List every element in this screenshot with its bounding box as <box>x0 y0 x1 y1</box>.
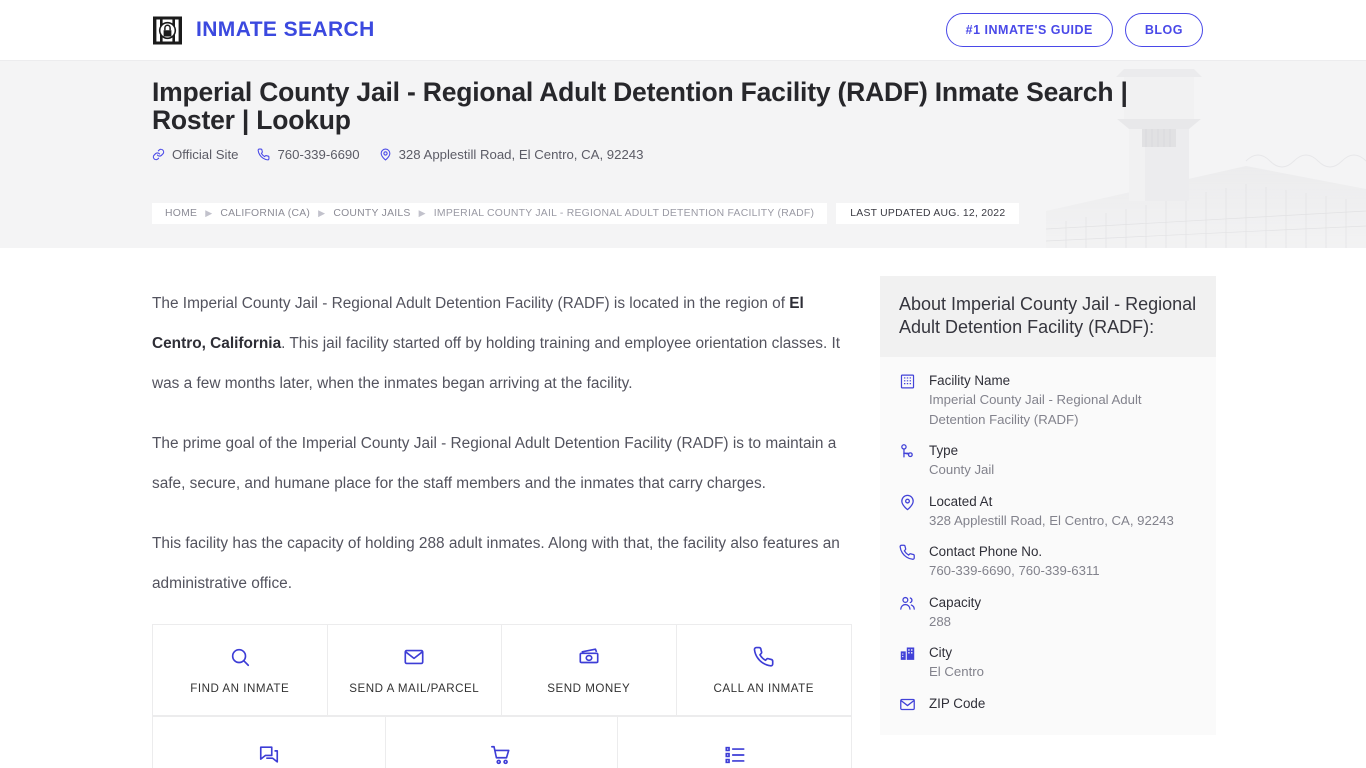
breadcrumb-item-current: IMPERIAL COUNTY JAIL - REGIONAL ADULT DE… <box>433 208 815 219</box>
users-icon <box>899 593 917 612</box>
city-icon <box>899 643 917 662</box>
fact-value: El Centro <box>929 664 984 679</box>
send-a-mail-parcel-label: SEND A MAIL/PARCEL <box>349 681 480 695</box>
top-navigation-bar: INMATE SEARCH #1 INMATE'S GUIDE BLOG <box>0 0 1366 60</box>
fact-value: 760-339-6690, 760-339-6311 <box>929 563 1100 578</box>
fact-value: Imperial County Jail - Regional Adult De… <box>929 392 1142 427</box>
fact-key: Capacity <box>929 594 982 610</box>
brand-logo[interactable]: INMATE SEARCH <box>152 15 375 46</box>
shopping-cart-action[interactable] <box>385 717 619 768</box>
last-updated-badge: LAST UPDATED AUG. 12, 2022 <box>836 203 1020 224</box>
call-an-inmate-label: CALL AN INMATE <box>713 681 814 695</box>
fact-located-at: Located At 328 Applestill Road, El Centr… <box>899 492 1197 531</box>
fact-value: 328 Applestill Road, El Centro, CA, 9224… <box>929 512 1174 528</box>
fact-key: ZIP Code <box>929 695 986 711</box>
location-pin-icon <box>899 492 917 511</box>
phone-icon <box>899 542 917 561</box>
content-wrapper: The Imperial County Jail - Regional Adul… <box>0 248 1366 768</box>
about-card: About Imperial County Jail - Regional Ad… <box>880 276 1216 735</box>
send-money-label: SEND MONEY <box>547 681 631 695</box>
envelope-icon <box>403 646 425 668</box>
fact-value: 288 <box>929 613 952 629</box>
page-title: Imperial County Jail - Regional Adult De… <box>152 77 1128 135</box>
breadcrumb-item-home[interactable]: HOME <box>165 208 197 219</box>
breadcrumb-item-county-jails[interactable]: COUNTY JAILS <box>333 208 410 219</box>
fact-zip-code: ZIP Code <box>899 694 1197 713</box>
type-node-icon <box>899 441 917 460</box>
breadcrumb: HOME ▶ CALIFORNIA (CA) ▶ COUNTY JAILS ▶ … <box>152 203 828 224</box>
breadcrumb-item-california[interactable]: CALIFORNIA (CA) <box>220 208 310 219</box>
shopping-cart-icon <box>490 744 512 766</box>
fact-contact-phone: Contact Phone No. 760-339-6690, 760-339-… <box>899 542 1197 581</box>
list-icon <box>724 744 746 766</box>
find-an-inmate-action[interactable]: FIND AN INMATE <box>153 625 328 716</box>
action-grid-row-1: FIND AN INMATE SEND A MAIL/PARCEL SEND M… <box>152 624 852 717</box>
hero-address: 328 Applestill Road, El Centro, CA, 9224… <box>379 147 644 162</box>
money-icon <box>578 646 600 668</box>
fact-value: County Jail <box>929 462 995 477</box>
hero-phone[interactable]: 760-339-6690 <box>257 147 360 162</box>
jail-lock-icon <box>152 15 183 46</box>
about-card-body: Facility Name Imperial County Jail - Reg… <box>880 357 1216 735</box>
chevron-right-icon: ▶ <box>205 208 213 218</box>
fact-key: Type <box>929 443 959 458</box>
hero-address-label: 328 Applestill Road, El Centro, CA, 9224… <box>398 147 644 162</box>
fact-key: Contact Phone No. <box>929 544 1043 559</box>
phone-icon <box>257 148 270 161</box>
blog-button[interactable]: BLOG <box>1124 13 1203 47</box>
brand-name: INMATE SEARCH <box>196 18 375 41</box>
official-site-label: Official Site <box>172 147 239 162</box>
article-column: The Imperial County Jail - Regional Adul… <box>152 248 852 768</box>
fact-capacity: Capacity 288 <box>899 593 1197 632</box>
location-pin-icon <box>379 148 392 161</box>
article-paragraph-2: The prime goal of the Imperial County Ja… <box>152 435 837 492</box>
hero-meta-row: Official Site 760-339-6690 328 Applestil… <box>152 147 1216 162</box>
article-paragraph-1: The Imperial County Jail - Regional Adul… <box>152 295 841 392</box>
chevron-right-icon: ▶ <box>318 208 326 218</box>
about-card-header: About Imperial County Jail - Regional Ad… <box>880 276 1216 357</box>
search-icon <box>229 646 251 668</box>
phone-call-icon <box>753 646 775 668</box>
hero-phone-label: 760-339-6690 <box>277 147 360 162</box>
chevron-right-icon: ▶ <box>418 208 426 218</box>
about-card-title: About Imperial County Jail - Regional Ad… <box>899 294 1197 337</box>
chat-action[interactable] <box>153 717 386 768</box>
fact-city: City El Centro <box>899 643 1197 682</box>
fact-key: Located At <box>929 493 993 509</box>
nav-actions: #1 INMATE'S GUIDE BLOG <box>945 13 1203 47</box>
envelope-icon <box>899 694 917 713</box>
about-sidebar: About Imperial County Jail - Regional Ad… <box>880 248 1216 735</box>
send-a-mail-parcel-action[interactable]: SEND A MAIL/PARCEL <box>327 625 502 716</box>
article-paragraph-3: This facility has the capacity of holdin… <box>152 535 840 592</box>
fact-key: Facility Name <box>929 373 1011 388</box>
fact-key: City <box>929 645 953 660</box>
fact-facility-name: Facility Name Imperial County Jail - Reg… <box>899 371 1197 429</box>
chat-icon <box>258 744 280 766</box>
fact-type: Type County Jail <box>899 441 1197 480</box>
list-action[interactable] <box>618 717 851 768</box>
action-grid-row-2 <box>152 717 852 768</box>
official-site-link[interactable]: Official Site <box>152 147 238 162</box>
find-an-inmate-label: FIND AN INMATE <box>190 681 290 695</box>
link-icon <box>152 148 165 161</box>
hero-section: Imperial County Jail - Regional Adult De… <box>0 60 1366 248</box>
building-icon <box>899 371 917 390</box>
call-an-inmate-action[interactable]: CALL AN INMATE <box>676 625 851 716</box>
send-money-action[interactable]: SEND MONEY <box>502 625 677 716</box>
breadcrumb-bar: HOME ▶ CALIFORNIA (CA) ▶ COUNTY JAILS ▶ … <box>152 203 1020 224</box>
inmates-guide-button[interactable]: #1 INMATE'S GUIDE <box>945 13 1113 47</box>
